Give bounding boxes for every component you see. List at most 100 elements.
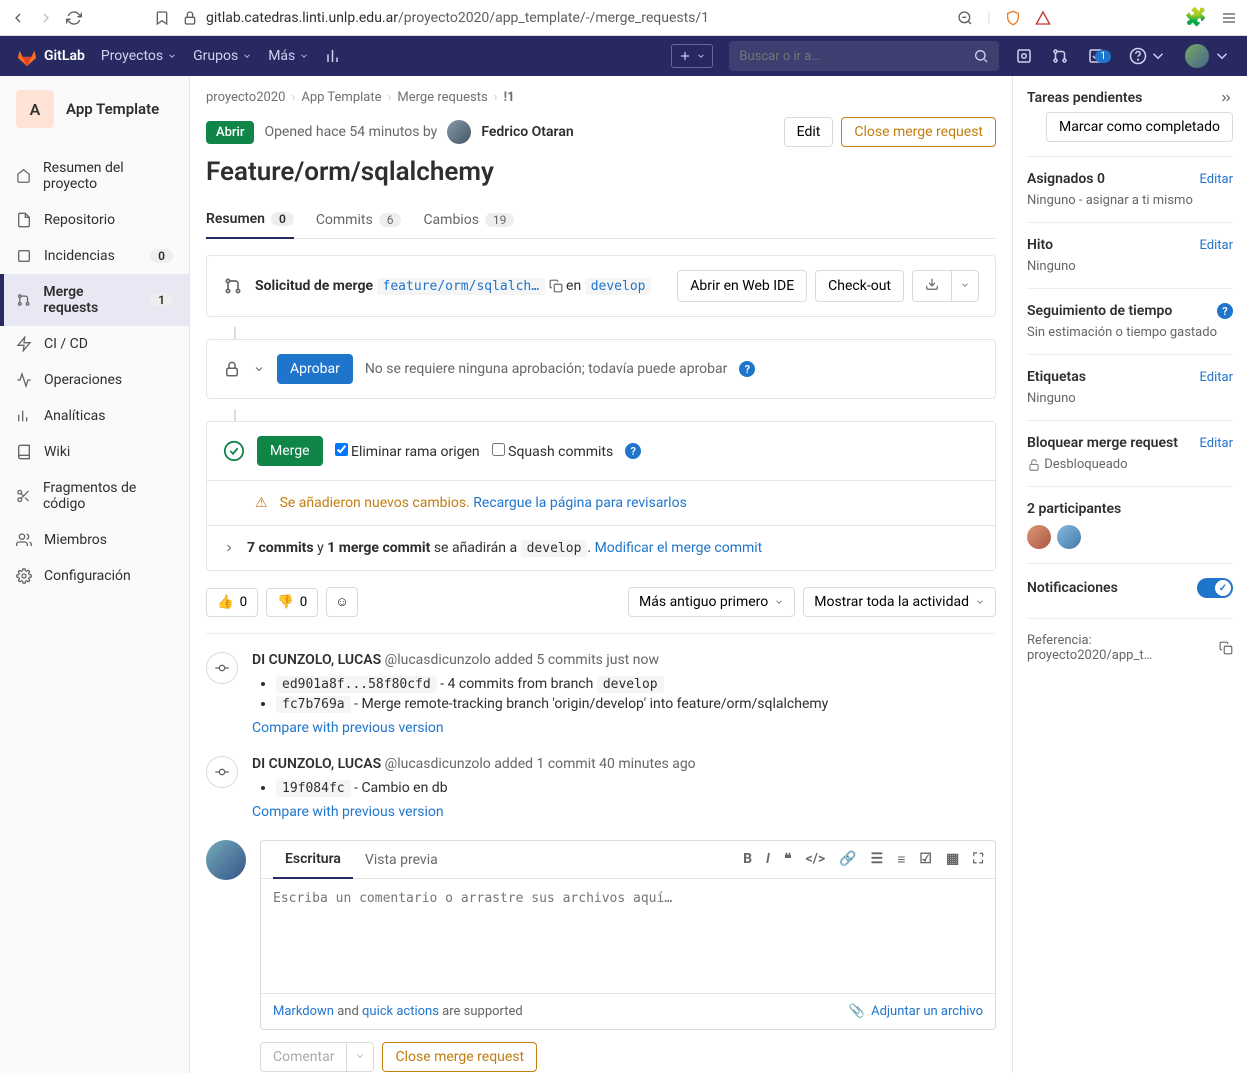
markdown-link[interactable]: Markdown	[273, 1004, 334, 1019]
reload-link[interactable]: Recargue la página para revisarlos	[473, 495, 687, 511]
participant-avatar[interactable]	[1057, 525, 1081, 549]
attach-file[interactable]: 📎 Adjuntar un archivo	[849, 1004, 983, 1019]
sort-dropdown[interactable]: Más antiguo primero	[628, 587, 795, 617]
bold-icon[interactable]: B	[743, 851, 752, 868]
merge-button[interactable]: Merge	[257, 436, 323, 466]
write-tab[interactable]: Escritura	[273, 841, 353, 879]
collapse-icon[interactable]	[1219, 91, 1233, 105]
back-icon[interactable]	[10, 10, 26, 26]
thumbs-down-button[interactable]: 👎 0	[266, 588, 318, 617]
squash-help-icon[interactable]: ?	[625, 443, 641, 459]
source-branch[interactable]: feature/orm/sqlalch…	[377, 278, 546, 295]
sidebar-members[interactable]: Miembros	[0, 522, 189, 558]
close-mr-button-2[interactable]: Close merge request	[382, 1042, 537, 1072]
help-icon[interactable]: ?	[739, 361, 755, 377]
edit-lock[interactable]: Editar	[1200, 436, 1234, 451]
mark-done-button[interactable]: Marcar como completado	[1046, 112, 1233, 142]
sidebar-cicd[interactable]: CI / CD	[0, 326, 189, 362]
nav-projects[interactable]: Proyectos	[101, 48, 177, 64]
breadcrumb-project[interactable]: proyecto2020	[206, 90, 285, 105]
sidebar-merge-requests[interactable]: Merge requests1	[0, 274, 189, 326]
gitlab-logo[interactable]: GitLab	[16, 45, 85, 67]
sidebar-overview[interactable]: Resumen del proyecto	[0, 150, 189, 202]
sidebar-snippets[interactable]: Fragmentos de código	[0, 470, 189, 522]
ol-icon[interactable]: ≡	[897, 851, 905, 868]
code-icon[interactable]: </>	[806, 851, 826, 868]
edit-milestone[interactable]: Editar	[1200, 238, 1234, 253]
checkout-button[interactable]: Check-out	[815, 270, 904, 302]
comment-submit-button[interactable]: Comentar	[260, 1042, 347, 1072]
squash-checkbox[interactable]: Squash commits	[492, 443, 614, 460]
search-input[interactable]	[739, 49, 973, 64]
modify-commit-link[interactable]: Modificar el merge commit	[595, 540, 763, 556]
tab-changes[interactable]: Cambios19	[423, 201, 514, 238]
commit-sha[interactable]: ed901a8f...58f80cfd	[276, 676, 437, 693]
fullscreen-icon[interactable]: ⛶	[973, 851, 983, 868]
quick-actions-link[interactable]: quick actions	[362, 1004, 439, 1019]
download-dropdown[interactable]	[952, 270, 979, 302]
italic-icon[interactable]: I	[766, 851, 770, 868]
open-ide-button[interactable]: Abrir en Web IDE	[677, 270, 807, 302]
sidebar-wiki[interactable]: Wiki	[0, 434, 189, 470]
thumbs-up-button[interactable]: 👍 0	[206, 588, 258, 617]
quote-icon[interactable]: ❝	[784, 851, 792, 868]
search-box[interactable]	[729, 41, 999, 71]
commit-sha[interactable]: 19f084fc	[276, 780, 351, 797]
current-user-avatar[interactable]	[206, 840, 246, 880]
edit-assignees[interactable]: Editar	[1200, 172, 1234, 187]
expand-icon[interactable]	[223, 542, 235, 554]
ul-icon[interactable]: ☰	[871, 851, 884, 868]
approve-button[interactable]: Aprobar	[277, 354, 353, 384]
sidebar-analytics[interactable]: Analíticas	[0, 398, 189, 434]
delete-branch-checkbox[interactable]: Eliminar rama origen	[335, 443, 480, 460]
copy-reference-icon[interactable]	[1219, 641, 1233, 655]
download-button[interactable]	[912, 270, 952, 302]
create-dropdown[interactable]	[671, 44, 713, 68]
activity-icon[interactable]	[325, 47, 343, 65]
user-menu[interactable]	[1185, 44, 1231, 68]
sidebar-settings[interactable]: Configuración	[0, 558, 189, 594]
nav-groups[interactable]: Grupos	[193, 48, 252, 64]
preview-tab[interactable]: Vista previa	[353, 842, 450, 878]
tab-commits[interactable]: Commits6	[316, 201, 402, 238]
edit-labels[interactable]: Editar	[1200, 370, 1234, 385]
brave-shield-icon[interactable]	[1005, 10, 1021, 26]
extensions-icon[interactable]: 🧩	[1185, 7, 1207, 28]
nav-more[interactable]: Más	[268, 48, 309, 64]
issues-icon[interactable]	[1015, 47, 1033, 65]
close-mr-button[interactable]: Close merge request	[841, 117, 996, 147]
author-avatar[interactable]	[447, 120, 471, 144]
commit-sha[interactable]: fc7b769a	[276, 696, 351, 713]
breadcrumb-section[interactable]: Merge requests	[397, 90, 487, 105]
assignees-value[interactable]: Ninguno - asignar a ti mismo	[1027, 193, 1233, 208]
reload-icon[interactable]	[66, 10, 82, 26]
sidebar-operations[interactable]: Operaciones	[0, 362, 189, 398]
task-icon[interactable]: ☑	[919, 851, 932, 868]
project-name[interactable]: App Template	[66, 100, 159, 118]
menu-icon[interactable]	[1221, 10, 1237, 26]
bookmark-icon[interactable]	[154, 10, 170, 26]
compare-link[interactable]: Compare with previous version	[252, 804, 444, 820]
participant-avatar[interactable]	[1027, 525, 1051, 549]
comment-textarea[interactable]	[261, 879, 995, 989]
add-reaction-button[interactable]: ☺	[326, 587, 358, 617]
notifications-toggle[interactable]	[1197, 578, 1233, 598]
compare-link[interactable]: Compare with previous version	[252, 720, 444, 736]
help-dropdown[interactable]	[1129, 47, 1167, 65]
sidebar-repository[interactable]: Repositorio	[0, 202, 189, 238]
filter-dropdown[interactable]: Mostrar toda la actividad	[803, 587, 996, 617]
link-icon[interactable]: 🔗	[839, 851, 856, 868]
target-branch[interactable]: develop	[585, 278, 652, 295]
copy-icon[interactable]	[549, 279, 563, 293]
forward-icon[interactable]	[38, 10, 54, 26]
merge-requests-icon[interactable]	[1051, 47, 1069, 65]
breadcrumb-subproject[interactable]: App Template	[301, 90, 381, 105]
sidebar-issues[interactable]: Incidencias0	[0, 238, 189, 274]
table-icon[interactable]: ▦	[946, 851, 959, 868]
zoom-icon[interactable]	[957, 10, 973, 26]
edit-button[interactable]: Edit	[784, 117, 834, 147]
tab-overview[interactable]: Resumen0	[206, 201, 294, 239]
author-name[interactable]: Fedrico Otaran	[481, 124, 573, 140]
comment-submit-dropdown[interactable]	[347, 1042, 374, 1072]
triangle-icon[interactable]	[1035, 10, 1051, 26]
